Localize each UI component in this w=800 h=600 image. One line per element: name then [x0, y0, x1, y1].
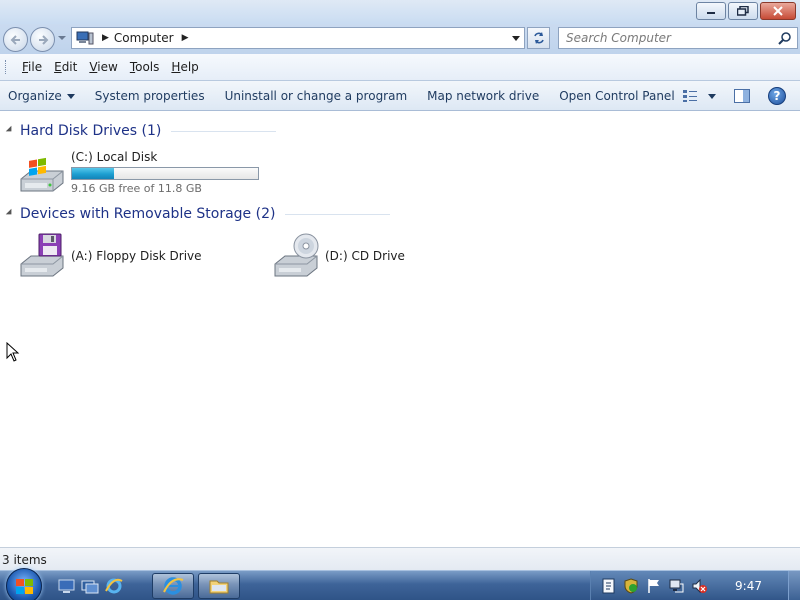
security-shield-icon[interactable]: [623, 578, 639, 594]
help-icon[interactable]: ?: [768, 87, 786, 105]
refresh-button[interactable]: [527, 27, 550, 49]
flag-icon[interactable]: [646, 578, 662, 594]
start-button[interactable]: [6, 568, 42, 600]
forward-button[interactable]: [30, 27, 55, 52]
file-list-pane: Hard Disk Drives (1) (C:) Local Disk 9.1…: [0, 112, 800, 547]
search-icon[interactable]: [778, 31, 792, 45]
window-controls: [696, 2, 796, 20]
drive-name: (C:) Local Disk: [71, 150, 158, 164]
menu-help[interactable]: Help: [165, 60, 204, 74]
taskbar: 9:47: [0, 568, 800, 600]
item-count: 3 items: [2, 553, 47, 567]
organize-dropdown-icon: [66, 93, 75, 99]
hard-disk-windows-icon: [20, 157, 64, 192]
group-divider: [285, 213, 391, 215]
address-bar[interactable]: ▶ Computer ▶: [71, 27, 525, 49]
action-center-icon[interactable]: [601, 578, 617, 594]
menu-tools[interactable]: Tools: [124, 60, 166, 74]
drive-item-d[interactable]: (D:) CD Drive: [271, 232, 405, 282]
search-input[interactable]: [566, 31, 766, 45]
restore-icon: [737, 6, 749, 16]
menu-grip: [5, 60, 8, 74]
title-bar: [0, 0, 800, 24]
organize-label: Organize: [8, 88, 62, 103]
mouse-pointer-icon: [6, 342, 20, 362]
group-title: Hard Disk Drives (1): [20, 123, 162, 139]
menu-bar: File Edit View Tools Help: [0, 54, 800, 81]
drive-name: (D:) CD Drive: [325, 249, 405, 263]
search-box[interactable]: [558, 27, 798, 49]
back-button[interactable]: [3, 27, 28, 52]
system-properties-button[interactable]: System properties: [85, 89, 215, 103]
breadcrumb-computer[interactable]: Computer: [114, 31, 174, 45]
change-view-button[interactable]: [682, 89, 716, 103]
clock[interactable]: 9:47: [735, 579, 762, 593]
internet-explorer-icon: [163, 577, 184, 595]
close-icon: [773, 6, 783, 16]
view-dropdown-icon[interactable]: [708, 93, 716, 99]
open-control-panel-button[interactable]: Open Control Panel: [549, 89, 684, 103]
breadcrumb-separator-icon[interactable]: ▶: [102, 33, 109, 43]
status-bar: 3 items: [0, 547, 800, 570]
collapse-icon[interactable]: [5, 125, 15, 135]
view-options-icon: [683, 90, 697, 102]
close-button[interactable]: [760, 2, 796, 20]
back-arrow-icon: [10, 35, 20, 45]
capacity-bar: [71, 167, 259, 180]
volume-muted-icon[interactable]: [691, 578, 707, 594]
collapse-icon[interactable]: [5, 208, 15, 218]
command-bar: Organize System properties Uninstall or …: [0, 81, 800, 111]
network-icon[interactable]: [668, 578, 684, 594]
address-history-dropdown[interactable]: [512, 36, 520, 41]
taskbar-internet-explorer[interactable]: [152, 573, 194, 599]
show-desktop-button[interactable]: [788, 571, 800, 600]
uninstall-program-button[interactable]: Uninstall or change a program: [215, 89, 418, 103]
capacity-bar-fill: [72, 168, 114, 179]
breadcrumb-expand-icon[interactable]: ▶: [182, 33, 189, 43]
map-network-drive-button[interactable]: Map network drive: [417, 89, 549, 103]
maximize-button[interactable]: [728, 2, 758, 20]
recent-pages-dropdown[interactable]: [58, 36, 66, 40]
group-header-removable[interactable]: Devices with Removable Storage (2): [5, 206, 788, 222]
menu-view[interactable]: View: [83, 60, 123, 74]
computer-icon: [76, 31, 94, 45]
minimize-icon: [707, 12, 715, 14]
menu-edit[interactable]: Edit: [48, 60, 83, 74]
drive-name: (A:) Floppy Disk Drive: [71, 249, 202, 263]
drive-item-c[interactable]: (C:) Local Disk 9.16 GB free of 11.8 GB: [17, 149, 259, 199]
refresh-icon: [533, 32, 544, 44]
forward-arrow-icon: [39, 35, 49, 45]
floppy-drive-icon: [20, 233, 64, 277]
taskbar-windows-explorer[interactable]: [198, 573, 240, 599]
drive-item-a[interactable]: (A:) Floppy Disk Drive: [17, 232, 202, 282]
switch-windows-icon[interactable]: [81, 578, 99, 594]
internet-explorer-icon[interactable]: [105, 578, 123, 594]
group-header-hard-disks[interactable]: Hard Disk Drives (1): [5, 123, 788, 139]
menu-file[interactable]: File: [16, 60, 48, 74]
group-divider: [171, 130, 277, 132]
show-desktop-icon[interactable]: [58, 578, 76, 594]
notification-area: 9:47: [590, 571, 800, 600]
organize-button[interactable]: Organize: [0, 89, 85, 103]
preview-pane-icon[interactable]: [734, 89, 750, 103]
group-title: Devices with Removable Storage (2): [20, 206, 276, 222]
minimize-button[interactable]: [696, 2, 726, 20]
drive-free-space: 9.16 GB free of 11.8 GB: [71, 182, 202, 195]
cd-drive-icon: [274, 233, 319, 277]
windows-explorer-icon: [209, 580, 229, 594]
windows-logo-icon: [16, 579, 33, 594]
